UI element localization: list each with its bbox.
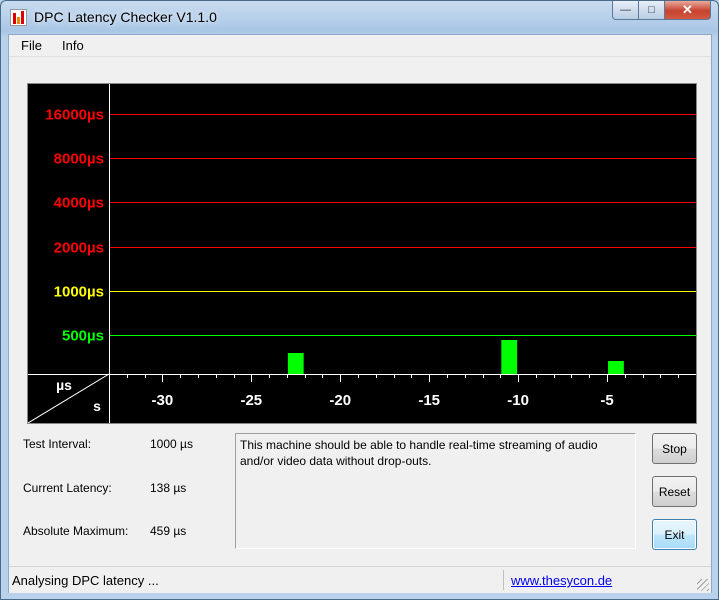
menu-file[interactable]: File xyxy=(21,38,42,53)
x-tick-label: -20 xyxy=(329,392,351,409)
status-bar: Analysing DPC latency ... www.thesycon.d… xyxy=(9,566,711,593)
status-message: This machine should be able to handle re… xyxy=(235,433,636,549)
test-interval-label: Test Interval: xyxy=(23,437,92,451)
threshold-label: 16000µs xyxy=(45,107,104,124)
absolute-maximum-value: 459 µs xyxy=(150,524,187,538)
menu-bar: File Info xyxy=(9,35,711,57)
test-interval-value: 1000 µs xyxy=(150,437,193,451)
x-tick-label: -30 xyxy=(152,392,174,409)
threshold-label: 4000µs xyxy=(54,195,104,212)
latency-chart-svg: 16000µs 8000µs 4000µs 2000µs 1000µs 500µs µs s -… xyxy=(28,84,696,423)
app-icon xyxy=(10,9,27,26)
caption-buttons: — □ ✕ xyxy=(612,1,711,21)
x-tick-label: -25 xyxy=(240,392,262,409)
website-link[interactable]: www.thesycon.de xyxy=(511,573,612,588)
y-axis-unit-label: µs xyxy=(56,377,72,393)
x-axis-unit-label: s xyxy=(93,398,101,414)
threshold-label: 500µs xyxy=(62,328,104,345)
status-text: Analysing DPC latency ... xyxy=(12,573,159,588)
absolute-maximum-label: Absolute Maximum: xyxy=(23,524,129,538)
title-bar[interactable]: DPC Latency Checker V1.1.0 — □ ✕ xyxy=(1,1,718,34)
window-title: DPC Latency Checker V1.1.0 xyxy=(34,9,217,25)
bar xyxy=(287,353,304,374)
threshold-label: 1000µs xyxy=(54,284,104,301)
app-window: DPC Latency Checker V1.1.0 — □ ✕ File In… xyxy=(0,0,719,600)
latency-chart: 16000µs 8000µs 4000µs 2000µs 1000µs 500µs µs s -… xyxy=(27,83,697,424)
threshold-label: 2000µs xyxy=(54,240,104,257)
bar xyxy=(608,361,624,374)
threshold-label: 8000µs xyxy=(54,151,104,168)
x-tick-label: -10 xyxy=(507,392,529,409)
minimize-button[interactable]: — xyxy=(612,1,639,20)
resize-grip[interactable] xyxy=(697,579,709,591)
x-tick-label: -5 xyxy=(600,392,613,409)
client-area: File Info 16000µs 8000µs 4000µs 2000µs 1000µ… xyxy=(8,34,712,593)
reset-button[interactable]: Reset xyxy=(652,476,697,507)
current-latency-value: 138 µs xyxy=(150,481,187,495)
stop-button[interactable]: Stop xyxy=(652,433,697,464)
close-button[interactable]: ✕ xyxy=(665,1,711,20)
menu-info[interactable]: Info xyxy=(62,38,84,53)
exit-button[interactable]: Exit xyxy=(652,519,697,550)
bar xyxy=(501,340,518,374)
x-tick-label: -15 xyxy=(418,392,440,409)
status-separator xyxy=(503,570,504,590)
maximize-button[interactable]: □ xyxy=(639,1,665,20)
current-latency-label: Current Latency: xyxy=(23,481,112,495)
